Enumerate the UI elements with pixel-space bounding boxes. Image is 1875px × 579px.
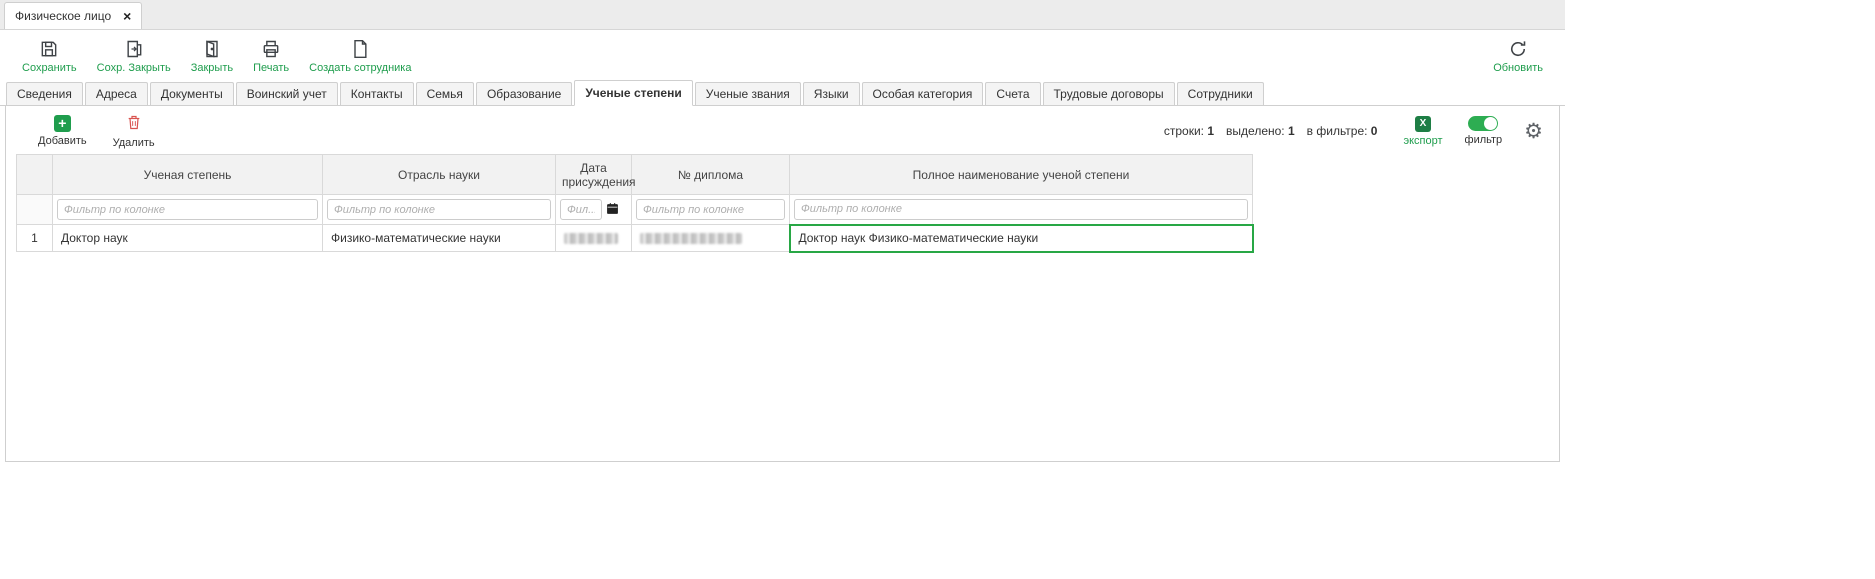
filter-toggle-label: фильтр — [1465, 134, 1503, 146]
document-tab-fizicheskoe-lico[interactable]: Физическое лицо × — [4, 2, 142, 29]
award-date-filter-input[interactable] — [560, 199, 602, 220]
in-filter-count-value: 0 — [1371, 124, 1378, 138]
content-panel: + Добавить Удалить строки: 1 выделено — [5, 106, 1560, 462]
filter-toggle-wrap: фильтр — [1465, 116, 1503, 146]
grid-stats: строки: 1 выделено: 1 в фильтре: 0 — [1164, 124, 1378, 138]
save-close-icon — [124, 39, 144, 60]
rows-count-label: строки: — [1164, 124, 1204, 138]
tab-voinskiy-uchet[interactable]: Воинский учет — [236, 82, 338, 105]
filter-toggle-knob — [1484, 117, 1497, 130]
print-button-label: Печать — [253, 62, 289, 74]
close-button-label: Закрыть — [191, 62, 233, 74]
filter-cell-award-date — [556, 195, 632, 225]
refresh-button[interactable]: Обновить — [1493, 39, 1543, 74]
filter-cell-diploma-no — [632, 195, 790, 225]
diploma-no-filter-input[interactable] — [636, 199, 785, 220]
filter-toggle[interactable] — [1468, 116, 1498, 131]
save-icon — [39, 39, 59, 60]
new-document-icon — [350, 39, 370, 60]
trash-icon — [126, 114, 142, 134]
close-document-icon — [202, 39, 222, 60]
in-filter-count: в фильтре: 0 — [1307, 124, 1378, 138]
table-row[interactable]: 1 Доктор наук Физико-математические наук… — [17, 225, 1253, 252]
filter-cell-number — [17, 195, 53, 225]
science-field-cell[interactable]: Физико-математические науки — [323, 225, 556, 252]
tab-obrazovanie[interactable]: Образование — [476, 82, 572, 105]
diploma-no-cell[interactable] — [632, 225, 790, 252]
filter-cell-degree — [53, 195, 323, 225]
rows-count: строки: 1 — [1164, 124, 1214, 138]
gear-icon[interactable]: ⚙ — [1524, 121, 1543, 142]
degrees-table: Ученая степень Отрасль науки Дата присуж… — [16, 154, 1254, 253]
tab-sotrudniki[interactable]: Сотрудники — [1177, 82, 1264, 105]
redacted-award-date — [564, 233, 618, 244]
tab-semya[interactable]: Семья — [416, 82, 474, 105]
in-filter-count-label: в фильтре: — [1307, 124, 1368, 138]
row-number-cell: 1 — [17, 225, 53, 252]
selected-count-label: выделено: — [1226, 124, 1285, 138]
tab-kontakty[interactable]: Контакты — [340, 82, 414, 105]
row-number-column-header — [17, 155, 53, 195]
table-header-row: Ученая степень Отрасль науки Дата присуж… — [17, 155, 1253, 195]
tab-uchenye-zvaniya[interactable]: Ученые звания — [695, 82, 801, 105]
tab-yazyki[interactable]: Языки — [803, 82, 860, 105]
app-window: Физическое лицо × Сохранить Сохр. Закрыт… — [0, 0, 1565, 579]
add-row-button[interactable]: + Добавить — [38, 115, 87, 147]
filter-cell-full-name — [790, 195, 1253, 225]
close-button[interactable]: Закрыть — [191, 39, 233, 74]
delete-row-button-label: Удалить — [113, 137, 155, 149]
save-button[interactable]: Сохранить — [22, 39, 77, 74]
export-excel-button[interactable]: X экспорт — [1403, 116, 1442, 147]
rows-count-value: 1 — [1207, 124, 1214, 138]
save-close-button-label: Сохр. Закрыть — [97, 62, 171, 74]
delete-row-button[interactable]: Удалить — [113, 114, 155, 149]
redacted-diploma-no — [640, 233, 742, 244]
tab-dokumenty[interactable]: Документы — [150, 82, 234, 105]
export-excel-button-label: экспорт — [1403, 135, 1442, 147]
document-tab-title: Физическое лицо — [15, 9, 111, 23]
calendar-icon[interactable] — [606, 202, 619, 218]
save-close-button[interactable]: Сохр. Закрыть — [97, 39, 171, 74]
selected-count-value: 1 — [1288, 124, 1295, 138]
degree-filter-input[interactable] — [57, 199, 318, 220]
award-date-cell[interactable] — [556, 225, 632, 252]
table-filter-row — [17, 195, 1253, 225]
add-row-button-label: Добавить — [38, 135, 87, 147]
full-name-cell[interactable]: Доктор наук Физико-математические науки — [790, 225, 1253, 252]
full-name-filter-input[interactable] — [794, 199, 1248, 220]
document-tabbar: Физическое лицо × — [0, 0, 1565, 30]
main-toolbar: Сохранить Сохр. Закрыть Закрыть — [0, 30, 1565, 80]
print-button[interactable]: Печать — [253, 39, 289, 74]
refresh-icon — [1508, 39, 1528, 60]
refresh-button-label: Обновить — [1493, 62, 1543, 74]
tab-adresa[interactable]: Адреса — [85, 82, 148, 105]
create-employee-button[interactable]: Создать сотрудника — [309, 39, 411, 74]
science-field-filter-input[interactable] — [327, 199, 551, 220]
tab-svedeniya[interactable]: Сведения — [6, 82, 83, 105]
filter-cell-science-field — [323, 195, 556, 225]
printer-icon — [261, 39, 281, 60]
tab-osobaya-kategoriya[interactable]: Особая категория — [862, 82, 984, 105]
column-header-diploma-no[interactable]: № диплома — [632, 155, 790, 195]
column-header-award-date[interactable]: Дата присуждения — [556, 155, 632, 195]
save-button-label: Сохранить — [22, 62, 77, 74]
create-employee-button-label: Создать сотрудника — [309, 62, 411, 74]
column-header-full-name[interactable]: Полное наименование ученой степени — [790, 155, 1253, 195]
selected-count: выделено: 1 — [1226, 124, 1295, 138]
tab-uchenye-stepeni[interactable]: Ученые степени — [574, 80, 692, 106]
grid-toolbar: + Добавить Удалить строки: 1 выделено — [14, 108, 1551, 154]
add-icon: + — [54, 115, 71, 132]
tab-scheta[interactable]: Счета — [985, 82, 1040, 105]
degree-cell[interactable]: Доктор наук — [53, 225, 323, 252]
column-header-degree[interactable]: Ученая степень — [53, 155, 323, 195]
tab-trudovye-dogovory[interactable]: Трудовые договоры — [1043, 82, 1175, 105]
excel-export-icon: X — [1415, 116, 1431, 132]
section-tabs: Сведения Адреса Документы Воинский учет … — [0, 80, 1565, 106]
close-tab-icon[interactable]: × — [123, 9, 131, 23]
column-header-science-field[interactable]: Отрасль науки — [323, 155, 556, 195]
